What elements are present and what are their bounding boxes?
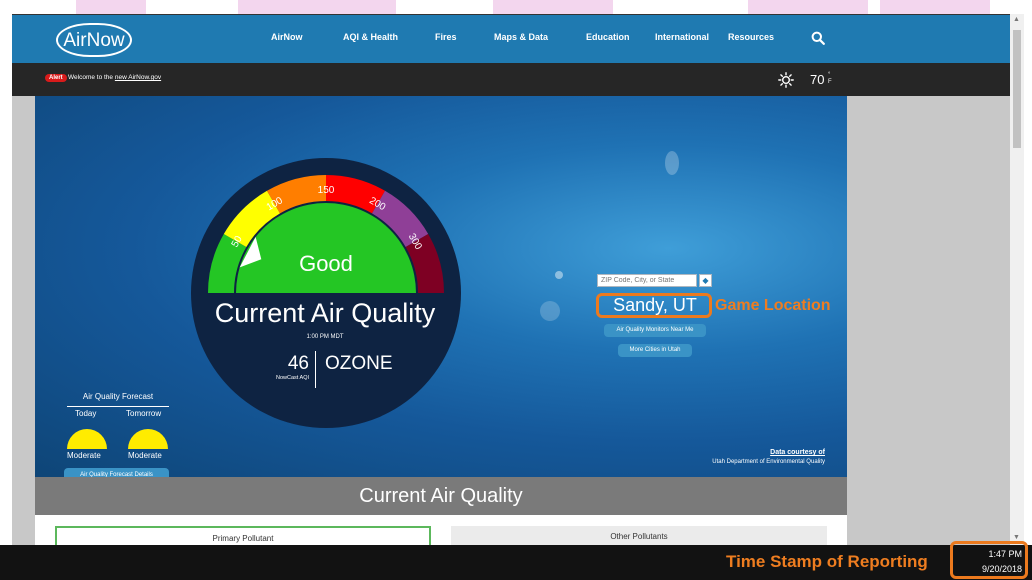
forecast-tomorrow-indicator [128,429,168,449]
alert-link[interactable]: new AirNow.gov [115,74,161,81]
search-icon[interactable] [811,31,825,45]
forecast-tomorrow-level: Moderate [128,451,162,460]
decorative-light [665,151,679,175]
hero-banner: Good 50 100 150 200 300 Current Air Quality … [35,96,847,477]
nav-education[interactable]: Education [586,32,630,42]
browser-viewport: AirNow AirNow AQI & Health Fires Maps & … [12,14,1010,546]
aqi-gauge: Good 50100150200300 [191,158,461,428]
decorative-strip [76,0,146,14]
aqi-value-label: NowCast AQI [275,375,309,381]
degree-symbol: ° [828,72,831,78]
tab-primary-pollutant[interactable]: Primary Pollutant [55,526,431,546]
forecast-today-level: Moderate [67,451,101,460]
alert-bar: Alert Welcome to the new AirNow.gov [12,63,1010,96]
nav-airnow[interactable]: AirNow [271,32,303,42]
aqi-divider [315,351,316,388]
gauge-level-text: Good [299,251,353,276]
scroll-down-icon[interactable]: ▼ [1013,534,1020,541]
nav-resources[interactable]: Resources [728,32,774,42]
current-temperature: 70 [810,72,825,87]
airnow-logo[interactable]: AirNow [56,23,132,57]
forecast-today-indicator [67,429,107,449]
more-cities-button[interactable]: More Cities in Utah [618,344,692,357]
taskbar-clock-date[interactable]: 9/20/2018 [956,564,1022,574]
locate-arrow-icon: ◆ [702,276,709,285]
data-source: Utah Department of Environmental Quality [712,459,825,465]
tab-other-pollutants[interactable]: Other Pollutants [451,526,827,546]
alert-message: Welcome to the new AirNow.gov [68,74,161,81]
game-location-highlight [596,293,712,318]
fahrenheit-label: F [828,79,832,85]
monitors-near-me-button[interactable]: Air Quality Monitors Near Me [604,324,706,337]
nav-aqi-health[interactable]: AQI & Health [343,32,398,42]
current-air-quality-title: Current Air Quality [214,298,436,328]
forecast-details-button[interactable]: Air Quality Forecast Details [64,468,169,477]
scrollbar-thumb[interactable] [1013,30,1021,148]
forecast-tomorrow-label: Tomorrow [126,409,162,418]
time-stamp-callout: Time Stamp of Reporting [726,552,928,571]
section-title: Current Air Quality [35,477,847,515]
pollutant-panel: Primary Pollutant Other Pollutants [35,515,847,546]
screenshot: AirNow AirNow AQI & Health Fires Maps & … [0,0,1032,580]
forecast-today-label: Today [75,409,97,418]
reading-time: 1:00 PM MDT [306,334,344,340]
primary-pollutant: OZONE [325,353,393,374]
sun-icon [778,72,794,88]
data-courtesy-link[interactable]: Data courtesy of [770,449,825,456]
decorative-strip [880,0,990,14]
nav-fires[interactable]: Fires [435,32,457,42]
location-search-input[interactable] [597,274,697,287]
nav-international[interactable]: International [655,32,709,42]
scroll-up-icon[interactable]: ▲ [1013,16,1020,23]
forecast-title: Air Quality Forecast [82,392,154,401]
location-search-button[interactable]: ◆ [699,274,712,287]
alert-badge: Alert [45,74,67,82]
gauge-tick-label: 150 [318,185,335,196]
game-location-callout: Game Location [715,297,831,314]
alert-text: Welcome to the [68,74,114,81]
decorative-light [555,271,563,279]
taskbar-clock-time[interactable]: 1:47 PM [956,549,1022,559]
forecast-divider [67,406,169,407]
decorative-light [540,301,560,321]
nav-maps-data[interactable]: Maps & Data [494,32,548,42]
decorative-strip [238,0,396,14]
decorative-strip [493,0,613,14]
decorative-strip [748,0,868,14]
temperature-unit: ° F [828,72,832,86]
top-navigation: AirNow AirNow AQI & Health Fires Maps & … [12,15,1010,63]
aqi-value: 46 [287,353,309,374]
